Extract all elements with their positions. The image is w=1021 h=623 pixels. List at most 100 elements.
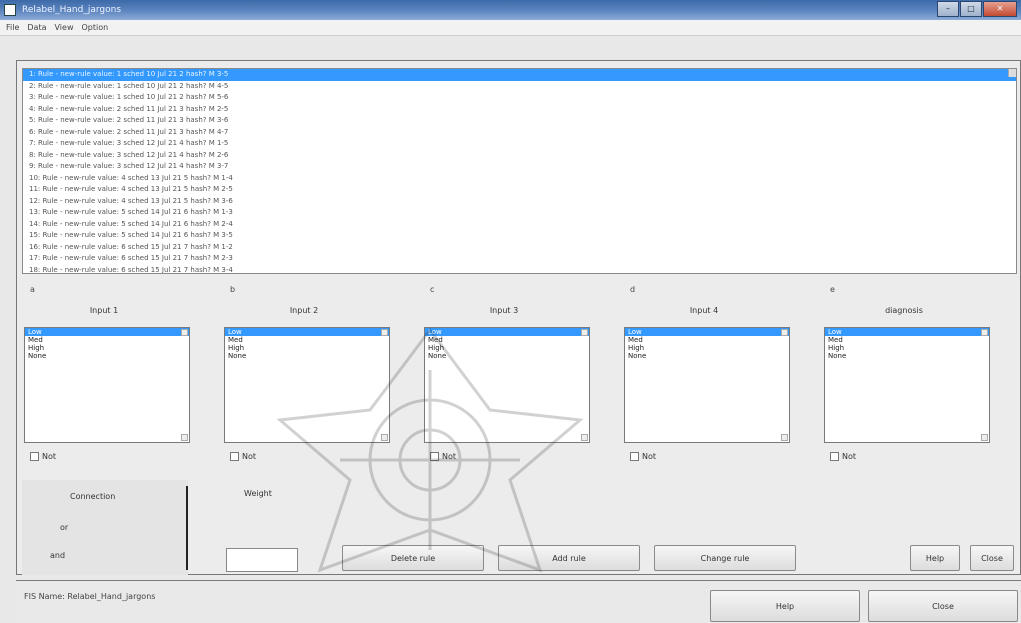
not-checkbox[interactable]: Not [30,452,56,461]
menu-bar: File Data View Option [0,20,1021,36]
membership-listbox[interactable]: Low Med High None [224,327,390,443]
column-tag: a [30,285,35,294]
add-rule-button[interactable]: Add rule [498,545,640,571]
membership-item[interactable]: Low [825,328,989,336]
checkbox-box[interactable] [630,452,639,461]
membership-item[interactable]: Low [425,328,589,336]
membership-item[interactable]: None [425,352,589,360]
not-checkbox-label: Not [842,452,857,461]
window-title: Relabel_Hand_jargons [22,5,122,15]
divider [186,486,188,570]
rule-list-item[interactable]: 11: Rule - new-rule value: 4 sched 13 Ju… [23,184,1016,196]
membership-item[interactable]: High [825,344,989,352]
column-tag: b [230,285,236,294]
menu-option[interactable]: Option [81,23,108,32]
rule-list-item[interactable]: 14: Rule - new-rule value: 5 sched 14 Ju… [23,219,1016,231]
membership-item[interactable]: Med [625,336,789,344]
membership-item[interactable]: High [625,344,789,352]
membership-item[interactable]: Low [25,328,189,336]
scroll-down-arrow[interactable] [381,434,388,441]
scroll-down-arrow[interactable] [981,434,988,441]
membership-listbox[interactable]: Low Med High None [824,327,990,443]
membership-item[interactable]: Med [425,336,589,344]
rule-list-item[interactable]: 6: Rule - new-rule value: 2 sched 11 Jul… [23,127,1016,139]
connection-label: Connection [70,492,116,501]
checkbox-box[interactable] [430,452,439,461]
not-checkbox-label: Not [42,452,57,461]
change-rule-button[interactable]: Change rule [654,545,796,571]
column-title: Input 1 [89,306,119,315]
not-checkbox[interactable]: Not [830,452,856,461]
membership-item[interactable]: Med [825,336,989,344]
membership-item[interactable]: None [225,352,389,360]
rule-list-item[interactable]: 7: Rule - new-rule value: 3 sched 12 Jul… [23,138,1016,150]
scroll-up-arrow[interactable] [381,329,388,336]
scroll-up-arrow[interactable] [981,329,988,336]
membership-listbox[interactable]: Low Med High None [624,327,790,443]
column-title: Input 2 [289,306,319,315]
column-title: Input 3 [489,306,519,315]
menu-data[interactable]: Data [27,23,46,32]
rule-list-item[interactable]: 3: Rule - new-rule value: 1 sched 10 Jul… [23,92,1016,104]
and-option[interactable]: and [50,551,65,560]
scroll-up-arrow[interactable] [181,329,188,336]
checkbox-box[interactable] [230,452,239,461]
column-tag: d [630,285,636,294]
menu-view[interactable]: View [55,23,74,32]
membership-item[interactable]: Med [225,336,389,344]
or-option[interactable]: or [60,523,68,532]
scroll-up-arrow[interactable] [581,329,588,336]
membership-item[interactable]: None [625,352,789,360]
scroll-down-arrow[interactable] [181,434,188,441]
not-checkbox[interactable]: Not [430,452,456,461]
membership-item[interactable]: Low [225,328,389,336]
help-button[interactable]: Help [710,590,860,622]
rule-list-item[interactable]: 10: Rule - new-rule value: 4 sched 13 Ju… [23,173,1016,185]
membership-listbox[interactable]: Low Med High None [424,327,590,443]
close-bottom-button[interactable]: Close [868,590,1018,622]
rule-list-item[interactable]: 5: Rule - new-rule value: 2 sched 11 Jul… [23,115,1016,127]
menu-file[interactable]: File [6,23,19,32]
rule-list-item[interactable]: 16: Rule - new-rule value: 6 sched 15 Ju… [23,242,1016,254]
not-checkbox[interactable]: Not [230,452,256,461]
scroll-up-arrow[interactable] [1008,69,1016,77]
not-checkbox-label: Not [642,452,657,461]
membership-item[interactable]: High [225,344,389,352]
not-checkbox[interactable]: Not [630,452,656,461]
close-button[interactable]: ✕ [983,1,1017,17]
rule-list-item[interactable]: 9: Rule - new-rule value: 3 sched 12 Jul… [23,161,1016,173]
scroll-down-arrow[interactable] [781,434,788,441]
rule-list-item[interactable]: 18: Rule - new-rule value: 6 sched 15 Ju… [23,265,1016,274]
rule-list-item[interactable]: 15: Rule - new-rule value: 5 sched 14 Ju… [23,230,1016,242]
weight-label: Weight [244,489,272,498]
membership-item[interactable]: High [425,344,589,352]
delete-rule-button[interactable]: Delete rule [342,545,484,571]
rule-list-item[interactable]: 4: Rule - new-rule value: 2 sched 11 Jul… [23,104,1016,116]
maximize-button[interactable]: □ [960,1,982,17]
rules-listbox[interactable]: 1: Rule - new-rule value: 1 sched 10 Jul… [22,68,1017,274]
membership-item[interactable]: High [25,344,189,352]
rule-list-item[interactable]: 12: Rule - new-rule value: 4 sched 13 Ju… [23,196,1016,208]
rule-list-item[interactable]: 2: Rule - new-rule value: 1 sched 10 Jul… [23,81,1016,93]
weight-input[interactable] [226,548,298,572]
membership-item[interactable]: None [825,352,989,360]
rule-list-item[interactable]: 8: Rule - new-rule value: 3 sched 12 Jul… [23,150,1016,162]
help-small-button[interactable]: Help [910,545,960,571]
not-checkbox-label: Not [242,452,257,461]
checkbox-box[interactable] [30,452,39,461]
checkbox-box[interactable] [830,452,839,461]
minimize-button[interactable]: – [937,1,959,17]
column-title: Input 4 [689,306,719,315]
scroll-up-arrow[interactable] [781,329,788,336]
rule-list-item[interactable]: 1: Rule - new-rule value: 1 sched 10 Jul… [23,69,1016,81]
app-icon [4,4,16,16]
membership-item[interactable]: Med [25,336,189,344]
scroll-down-arrow[interactable] [581,434,588,441]
rule-list-item[interactable]: 13: Rule - new-rule value: 5 sched 14 Ju… [23,207,1016,219]
membership-item[interactable]: Low [625,328,789,336]
membership-item[interactable]: None [25,352,189,360]
close-small-button[interactable]: Close [970,545,1014,571]
membership-listbox[interactable]: Low Med High None [24,327,190,443]
rule-list-item[interactable]: 17: Rule - new-rule value: 6 sched 15 Ju… [23,253,1016,265]
column-tag: c [430,285,435,294]
